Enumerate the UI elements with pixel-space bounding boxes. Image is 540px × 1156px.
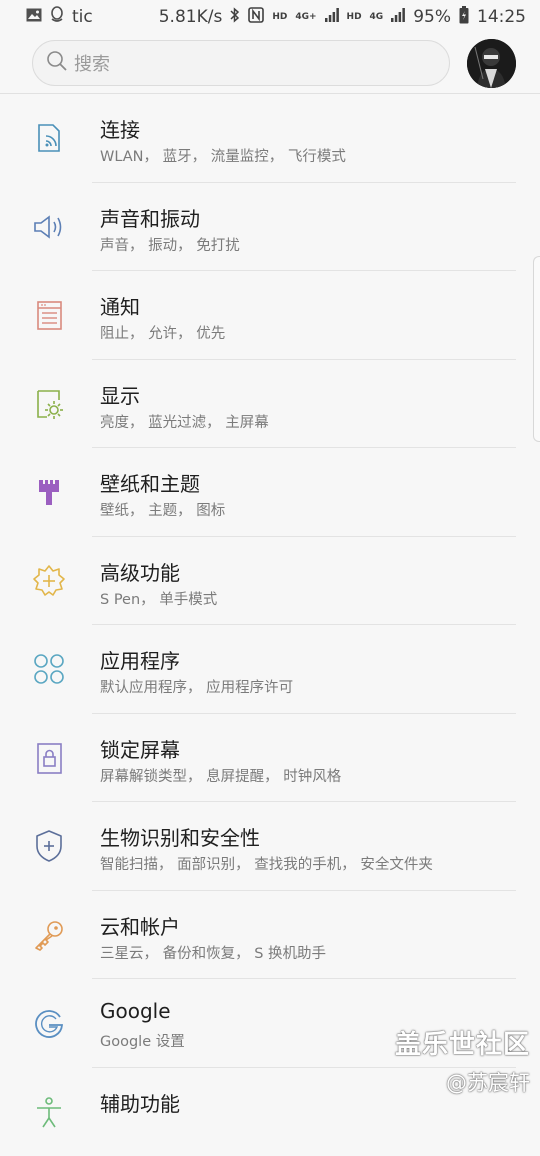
search-input[interactable]: 搜索 [32,40,450,86]
signal-icon-2 [391,7,405,27]
paintbrush-icon [31,474,67,510]
bluetooth-icon [230,7,240,28]
item-title: 生物识别和安全性 [100,822,260,851]
item-title: Google [100,999,171,1023]
lock-icon [31,740,67,776]
search-icon [46,50,68,76]
item-subtitle: 智能扫描， 面部识别， 查找我的手机， 安全文件夹 [100,853,433,874]
item-title: 连接 [100,114,140,143]
net-speed: 5.81K/s [159,7,223,27]
item-title: 辅助功能 [100,1088,180,1117]
item-subtitle: 亮度， 蓝光过滤， 主屏幕 [100,411,269,432]
scrollbar[interactable] [533,256,540,442]
clock: 14:25 [477,7,526,27]
item-subtitle: 屏幕解锁类型， 息屏提醒， 时钟风格 [100,765,341,786]
avatar[interactable] [467,39,516,88]
item-subtitle: Google 设置 [100,1030,185,1051]
status-app-label: tic [72,7,93,27]
image-icon [26,7,42,27]
item-title: 应用程序 [100,645,180,674]
apps-icon [31,651,67,687]
settings-item-biometrics-security[interactable]: 生物识别和安全性 智能扫描， 面部识别， 查找我的手机， 安全文件夹 [0,802,540,891]
speaker-icon [31,209,67,245]
settings-item-wallpaper-themes[interactable]: 壁纸和主题 壁纸， 主题， 图标 [0,448,540,537]
settings-item-display[interactable]: 显示 亮度， 蓝光过滤， 主屏幕 [0,360,540,449]
network-type: 4G+ [295,12,316,22]
status-right: 5.81K/s HD 4G+ HD 4G 95% 14:25 [159,6,526,29]
settings-item-advanced-features[interactable]: 高级功能 S Pen， 单手模式 [0,537,540,626]
settings-item-cloud-accounts[interactable]: 云和帐户 三星云， 备份和恢复， S 换机助手 [0,891,540,980]
search-row: 搜索 [0,34,540,94]
settings-item-apps[interactable]: 应用程序 默认应用程序， 应用程序许可 [0,625,540,714]
item-subtitle: WLAN， 蓝牙， 流量监控， 飞行模式 [100,145,346,166]
item-title: 锁定屏幕 [100,734,180,763]
item-title: 声音和振动 [100,203,200,232]
item-title: 云和帐户 [100,911,180,940]
qq-icon [50,6,64,28]
item-title: 显示 [100,380,140,409]
settings-item-sound[interactable]: 声音和振动 声音， 振动， 免打扰 [0,183,540,272]
item-title: 通知 [100,291,140,320]
item-subtitle: 三星云， 备份和恢复， S 换机助手 [100,942,326,963]
item-subtitle: S Pen， 单手模式 [100,588,217,609]
network-type-2: 4G [370,12,384,22]
status-left: tic [26,6,93,28]
signal-icon [325,7,339,27]
gear-plus-icon [31,563,67,599]
nfc-icon [248,7,264,28]
settings-item-notifications[interactable]: 通知 阻止， 允许， 优先 [0,271,540,360]
shield-icon [31,828,67,864]
search-placeholder: 搜索 [74,50,110,76]
watermark: 盖乐世社区 @苏宸轩 [395,1024,530,1097]
item-subtitle: 阻止， 允许， 优先 [100,322,225,343]
settings-item-connections[interactable]: 连接 WLAN， 蓝牙， 流量监控， 飞行模式 [0,94,540,183]
hd-badge: HD [272,12,287,22]
battery-percent: 95% [413,7,451,27]
status-bar: tic 5.81K/s HD 4G+ HD 4G 95% 14:25 [0,0,540,34]
watermark-line2: @苏宸轩 [395,1067,530,1097]
item-subtitle: 壁纸， 主题， 图标 [100,499,225,520]
item-subtitle: 声音， 振动， 免打扰 [100,234,240,255]
settings-item-lock-screen[interactable]: 锁定屏幕 屏幕解锁类型， 息屏提醒， 时钟风格 [0,714,540,803]
display-icon [31,386,67,422]
connection-icon [31,120,67,156]
settings-list: 连接 WLAN， 蓝牙， 流量监控， 飞行模式 声音和振动 声音， 振动， 免打… [0,94,540,1156]
battery-icon [459,6,469,29]
hd-badge-2: HD [347,12,362,22]
item-title: 高级功能 [100,557,180,586]
notification-icon [31,297,67,333]
item-subtitle: 默认应用程序， 应用程序许可 [100,676,293,697]
item-title: 壁纸和主题 [100,468,200,497]
key-icon [31,917,67,953]
accessibility-icon [31,1094,67,1130]
watermark-line1: 盖乐世社区 [395,1024,530,1061]
google-icon [31,1005,67,1041]
